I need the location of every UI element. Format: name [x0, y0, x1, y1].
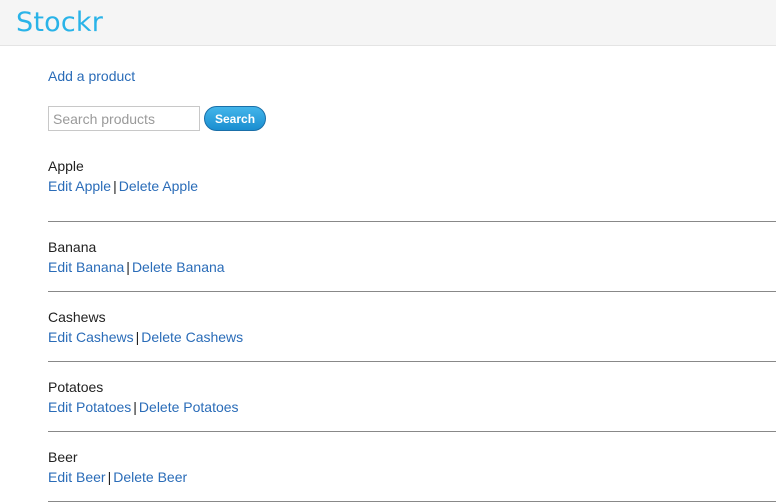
action-separator: |: [133, 399, 137, 415]
product-name: Cashews: [48, 309, 106, 325]
product-list: Apple Edit Apple | Delete Apple Banana Edi…: [48, 154, 776, 502]
product-actions: Edit Banana | Delete Banana: [48, 258, 776, 276]
product-actions: Edit Cashews | Delete Cashews: [48, 328, 776, 346]
search-input[interactable]: [48, 106, 200, 131]
product-actions: Edit Apple | Delete Apple: [48, 177, 776, 195]
delete-product-link[interactable]: Delete Potatoes: [139, 399, 239, 415]
product-item: Banana Edit Banana | Delete Banana: [48, 223, 776, 292]
edit-product-link[interactable]: Edit Apple: [48, 178, 111, 194]
delete-product-link[interactable]: Delete Banana: [132, 259, 225, 275]
product-name: Beer: [48, 449, 78, 465]
product-item: Cashews Edit Cashews | Delete Cashews: [48, 293, 776, 362]
brand-logo-link[interactable]: Stockr: [16, 9, 103, 36]
product-name: Apple: [48, 158, 84, 174]
action-separator: |: [113, 178, 117, 194]
product-name: Potatoes: [48, 379, 104, 395]
edit-product-link[interactable]: Edit Cashews: [48, 329, 134, 345]
top-navbar: Stockr: [0, 0, 776, 46]
delete-product-link[interactable]: Delete Beer: [113, 469, 187, 485]
edit-product-link[interactable]: Edit Potatoes: [48, 399, 131, 415]
search-form: Search: [48, 106, 776, 131]
search-button[interactable]: Search: [204, 106, 267, 131]
edit-product-link[interactable]: Edit Banana: [48, 259, 124, 275]
add-product-link[interactable]: Add a product: [48, 68, 135, 84]
product-name: Banana: [48, 239, 97, 255]
edit-product-link[interactable]: Edit Beer: [48, 469, 106, 485]
product-actions: Edit Beer | Delete Beer: [48, 468, 776, 486]
delete-product-link[interactable]: Delete Apple: [119, 178, 198, 194]
main-content: Add a product Search Apple Edit Apple|De…: [0, 46, 776, 502]
product-item: Apple Edit Apple | Delete Apple: [48, 154, 776, 222]
product-item: Beer Edit Beer | Delete Beer: [48, 433, 776, 502]
delete-product-link[interactable]: Delete Cashews: [141, 329, 243, 345]
product-item: Potatoes Edit Potatoes | Delete Potatoes: [48, 363, 776, 432]
product-actions: Edit Potatoes | Delete Potatoes: [48, 398, 776, 416]
action-separator: |: [126, 259, 130, 275]
